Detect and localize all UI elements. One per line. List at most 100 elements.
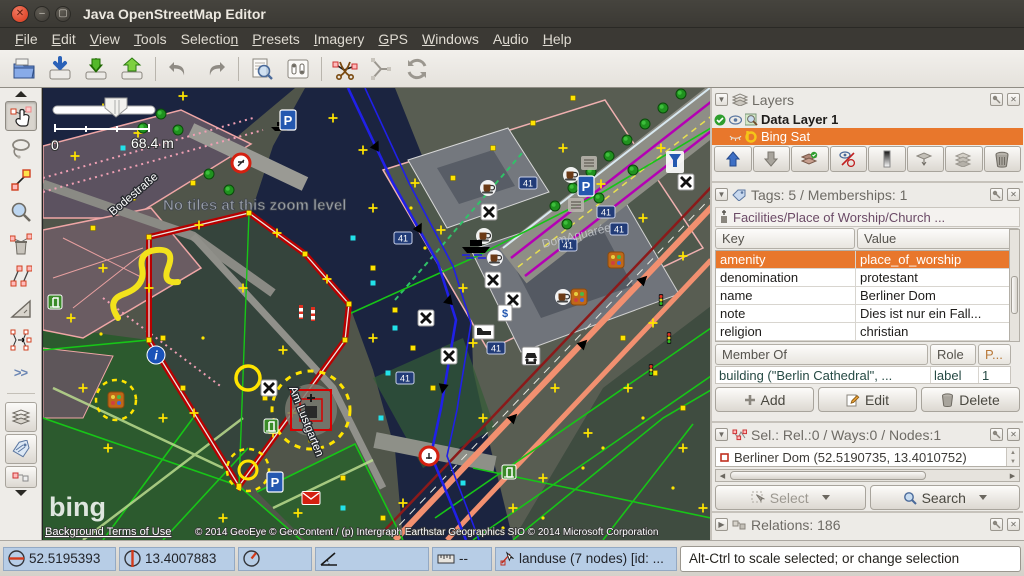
preferences-button[interactable] — [280, 53, 316, 85]
layer-row-data[interactable]: Data Layer 1 — [712, 111, 1023, 128]
menu-windows[interactable]: Windows — [415, 30, 486, 48]
member-of-header[interactable]: Member Of — [715, 344, 928, 365]
tag-row[interactable]: noteDies ist nur ein Fall... — [716, 305, 1019, 323]
triangle-down-icon — [14, 489, 28, 497]
pin-icon[interactable] — [990, 518, 1003, 531]
collapse-icon[interactable]: ▼ — [715, 93, 728, 106]
delete-tag-button[interactable]: Delete — [921, 387, 1020, 412]
no-tiles-message: No tiles at this zoom level — [163, 197, 346, 214]
window-maximize-button[interactable]: ▢ — [55, 6, 71, 22]
position-header[interactable]: P... — [978, 344, 1011, 365]
menu-audio[interactable]: Audio — [486, 30, 536, 48]
extrude-tool[interactable] — [5, 293, 37, 323]
close-icon[interactable]: ✕ — [1007, 518, 1020, 531]
tag-row[interactable]: religionchristian — [716, 323, 1019, 341]
menu-file[interactable]: File — [8, 30, 45, 48]
expand-icon[interactable]: ▶ — [715, 518, 728, 531]
tag-row[interactable]: denominationprotestant — [716, 269, 1019, 287]
terms-of-use-link[interactable]: Background Terms of Use — [45, 526, 171, 538]
tags-vertical-scrollbar[interactable] — [1009, 229, 1020, 342]
close-icon[interactable]: ✕ — [1007, 93, 1020, 106]
delete-tool[interactable] — [5, 229, 37, 259]
split-way-button[interactable] — [327, 53, 363, 85]
menu-selection[interactable]: Selection — [174, 30, 246, 48]
edit-tag-button[interactable]: Edit — [818, 387, 917, 412]
combine-way-button[interactable] — [363, 53, 399, 85]
menu-view[interactable]: View — [83, 30, 127, 48]
menu-edit[interactable]: Edit — [45, 30, 83, 48]
open-folder-icon — [11, 56, 37, 82]
scroll-right-arrow[interactable]: ▶ — [1006, 470, 1019, 481]
info-icon: i — [147, 346, 165, 364]
selection-list-item[interactable]: Berliner Dom (52.5190735, 13.4010752) ▲▼ — [715, 447, 1020, 467]
upload-data-button[interactable] — [114, 53, 150, 85]
layer-up-button[interactable] — [714, 146, 752, 172]
select-button[interactable]: Select — [715, 485, 866, 510]
parallel-way-icon — [10, 265, 32, 287]
key-column-header[interactable]: Key — [715, 228, 855, 249]
layer-delete-button[interactable] — [984, 146, 1022, 172]
window-close-button[interactable]: ✕ — [11, 5, 29, 23]
improve-accuracy-tool[interactable] — [5, 325, 37, 355]
redo-button[interactable] — [197, 53, 233, 85]
list-spinner[interactable]: ▲▼ — [1006, 448, 1019, 466]
selection-horizontal-scrollbar[interactable]: ◀ ▶ — [715, 469, 1020, 482]
role-header[interactable]: Role — [930, 344, 976, 365]
traffic-light-icon — [667, 332, 671, 344]
pin-icon[interactable] — [990, 188, 1003, 201]
visible-eye-icon — [729, 115, 742, 125]
search-button-panel[interactable]: Search — [870, 485, 1021, 510]
download-along-button[interactable] — [42, 53, 78, 85]
layer-buttons — [712, 145, 1023, 174]
layer-row-bing[interactable]: Bing Sat — [712, 128, 1023, 145]
zoom-tool[interactable] — [5, 197, 37, 227]
relations-panel-toggle[interactable] — [5, 466, 37, 488]
menu-tools[interactable]: Tools — [127, 30, 174, 48]
close-icon[interactable]: ✕ — [1007, 428, 1020, 441]
select-move-tool[interactable] — [5, 101, 37, 131]
map-canvas[interactable]: $ i P — [43, 88, 710, 540]
menu-presets[interactable]: Presets — [245, 30, 307, 48]
pin-icon[interactable] — [990, 93, 1003, 106]
relations-icon — [11, 470, 31, 484]
parallel-way-tool[interactable] — [5, 261, 37, 291]
undo-button[interactable] — [161, 53, 197, 85]
toolcol-scroll-down[interactable] — [5, 488, 37, 498]
window-minimize-button[interactable]: – — [34, 6, 50, 22]
menu-imagery[interactable]: Imagery — [307, 30, 372, 48]
lasso-tool[interactable] — [5, 133, 37, 163]
layer-duplicate-button[interactable] — [945, 146, 983, 172]
dropdown-arrow-icon — [822, 495, 830, 500]
preset-link[interactable]: Facilities/Place of Worship/Church ... — [715, 207, 1020, 227]
layer-activate-button[interactable] — [791, 146, 829, 172]
add-tag-button[interactable]: Add — [715, 387, 814, 412]
pin-icon[interactable] — [990, 428, 1003, 441]
map-view[interactable]: $ i P — [42, 88, 710, 540]
scroll-left-arrow[interactable]: ◀ — [716, 470, 729, 481]
draw-node-tool[interactable] — [5, 165, 37, 195]
tag-row[interactable]: nameBerliner Dom — [716, 287, 1019, 305]
menu-help[interactable]: Help — [536, 30, 579, 48]
layer-opacity-button[interactable] — [868, 146, 906, 172]
close-icon[interactable]: ✕ — [1007, 188, 1020, 201]
scrollbar-thumb[interactable] — [730, 471, 926, 480]
collapse-icon[interactable]: ▼ — [715, 428, 728, 441]
atm-icon: $ — [498, 305, 512, 321]
more-tools-button[interactable]: >> — [5, 357, 37, 387]
layers-panel-toggle[interactable] — [5, 402, 37, 432]
layer-visibility-button[interactable] — [830, 146, 868, 172]
open-file-button[interactable] — [6, 53, 42, 85]
search-button[interactable] — [244, 53, 280, 85]
membership-row[interactable]: building ("Berlin Cathedral", ... label … — [715, 366, 1011, 384]
tags-panel-toggle[interactable] — [5, 434, 37, 464]
toolcol-scroll-up[interactable] — [5, 89, 37, 99]
tag-row[interactable]: amenityplace_of_worship — [716, 251, 1019, 269]
menu-gps[interactable]: GPS — [371, 30, 415, 48]
collapse-icon[interactable]: ▼ — [715, 188, 728, 201]
value-column-header[interactable]: Value — [857, 228, 1020, 249]
scrollbar-thumb[interactable] — [1011, 276, 1018, 314]
update-data-button[interactable] — [399, 53, 435, 85]
download-data-button[interactable] — [78, 53, 114, 85]
layer-merge-button[interactable] — [907, 146, 945, 172]
layer-down-button[interactable] — [753, 146, 791, 172]
